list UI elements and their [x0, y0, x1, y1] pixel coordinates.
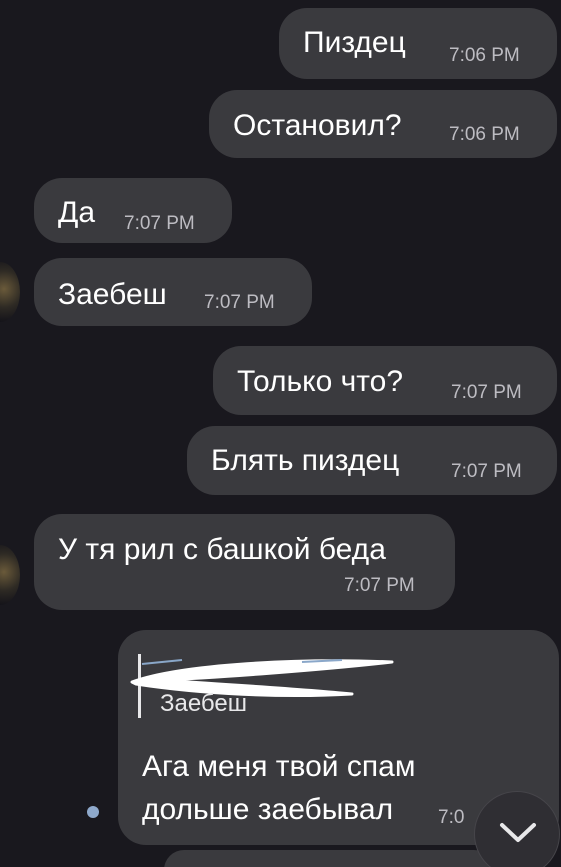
contact-avatar[interactable]: [0, 262, 20, 322]
message-time: 7:06 PM: [449, 45, 520, 66]
message-bubble-incoming[interactable]: Да 7:07 PM: [34, 178, 232, 243]
unread-dot: [87, 806, 99, 818]
message-time: 7:07 PM: [451, 461, 522, 482]
message-bubble-partial[interactable]: [164, 850, 494, 867]
message-time: 7:07 PM: [344, 575, 415, 596]
message-text: У тя рил с башкой беда: [58, 533, 386, 566]
message-time: 7:07 PM: [204, 292, 275, 313]
message-bubble-incoming[interactable]: У тя рил с башкой беда 7:07 PM: [34, 514, 455, 610]
message-text: Только что?: [237, 365, 404, 398]
message-bubble-outgoing[interactable]: Пиздец 7:06 PM: [279, 8, 557, 79]
message-bubble-incoming[interactable]: Заебеш 7:07 PM: [34, 258, 312, 326]
message-bubble-outgoing[interactable]: Остановил? 7:06 PM: [209, 90, 557, 158]
message-time: 7:06 PM: [449, 124, 520, 145]
message-text: Остановил?: [233, 109, 402, 142]
chevron-down-icon: [500, 823, 536, 842]
message-text-line-2: дольше заебывал: [142, 793, 394, 826]
message-time: 7:0: [438, 807, 465, 828]
message-text: Пиздец: [303, 26, 406, 59]
message-time: 7:07 PM: [124, 213, 195, 234]
message-text: Да: [58, 196, 96, 229]
scroll-to-bottom-button[interactable]: [474, 791, 560, 867]
message-bubble-outgoing[interactable]: Только что? 7:07 PM: [213, 346, 557, 415]
contact-avatar[interactable]: [0, 545, 20, 605]
message-text: Блять пиздец: [211, 444, 400, 477]
message-text-line-1: Ага меня твой спам: [142, 750, 416, 783]
chat-screen: Пиздец 7:06 PM Остановил? 7:06 PM Да 7:0…: [0, 0, 561, 867]
message-bubble-outgoing[interactable]: Блять пиздец 7:07 PM: [187, 426, 557, 495]
reply-quote-text: Заебеш: [160, 690, 247, 717]
message-text: Заебеш: [58, 278, 167, 311]
message-time: 7:07 PM: [451, 382, 522, 403]
